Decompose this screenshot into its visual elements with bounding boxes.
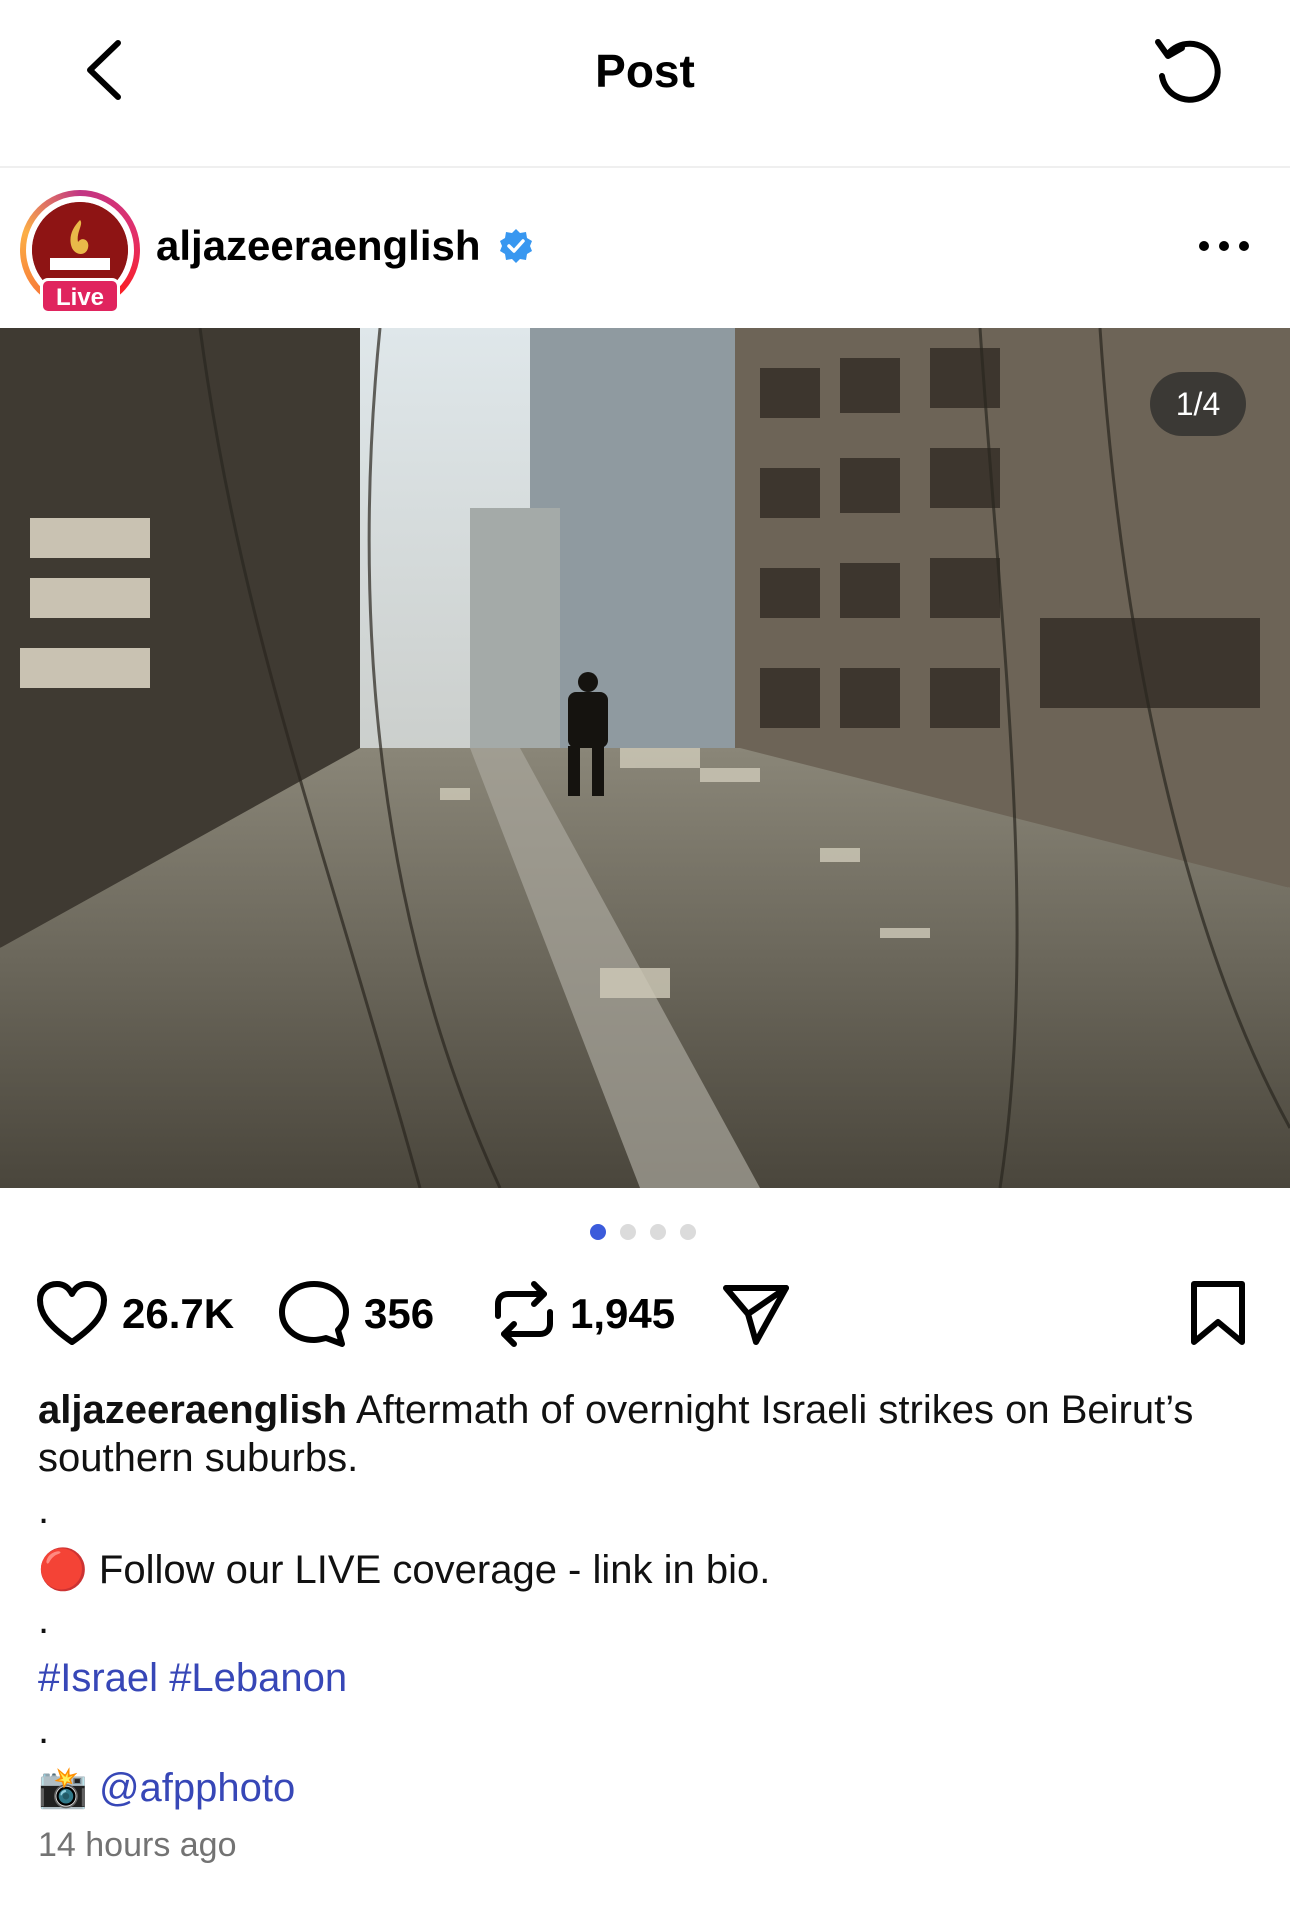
bookmark-icon[interactable] — [1188, 1280, 1248, 1348]
verified-badge-icon — [500, 229, 532, 263]
share-send-icon[interactable] — [720, 1280, 792, 1348]
post-username[interactable]: aljazeeraenglish — [156, 222, 481, 270]
hashtag-link[interactable]: #Israel — [38, 1656, 158, 1700]
refresh-icon[interactable] — [1150, 32, 1226, 108]
red-circle-emoji-icon: 🔴 — [38, 1548, 88, 1592]
photo-credit-mention[interactable]: @afpphoto — [99, 1766, 295, 1810]
live-badge: Live — [40, 278, 120, 314]
top-nav-bar: Post — [0, 0, 1290, 168]
carousel-dot — [620, 1224, 636, 1240]
camera-flash-emoji-icon: 📸 — [38, 1766, 88, 1810]
caption-separator: . — [38, 1598, 50, 1642]
repost-icon[interactable] — [488, 1280, 560, 1348]
like-heart-icon[interactable] — [36, 1280, 108, 1348]
hashtag-link[interactable]: #Lebanon — [169, 1656, 347, 1700]
caption-separator: . — [38, 1708, 50, 1752]
likes-count[interactable]: 26.7K — [122, 1290, 234, 1338]
caption-separator: . — [38, 1488, 50, 1532]
carousel-dot — [650, 1224, 666, 1240]
live-coverage-text: Follow our LIVE coverage - link in bio. — [87, 1548, 771, 1592]
avatar[interactable]: Live — [20, 190, 140, 314]
carousel-dot — [680, 1224, 696, 1240]
carousel-dot — [590, 1224, 606, 1240]
page-title: Post — [595, 45, 695, 97]
photo-credit-line: 📸 @afpphoto — [38, 1764, 295, 1812]
comments-count[interactable]: 356 — [364, 1290, 434, 1338]
post-image[interactable] — [0, 328, 1290, 1188]
carousel-indicator — [590, 1224, 710, 1244]
post-caption: aljazeeraenglish Aftermath of overnight … — [38, 1386, 1258, 1482]
street-rubble-photo — [0, 328, 1290, 1188]
caption-live-line: 🔴 Follow our LIVE coverage - link in bio… — [38, 1546, 770, 1594]
comment-bubble-icon[interactable] — [278, 1280, 350, 1348]
hashtags-line: #Israel #Lebanon — [38, 1654, 347, 1702]
caption-username[interactable]: aljazeeraenglish — [38, 1388, 347, 1432]
more-options-icon[interactable] — [1196, 236, 1252, 256]
reposts-count[interactable]: 1,945 — [570, 1290, 675, 1338]
image-counter: 1/4 — [1150, 372, 1246, 436]
post-timestamp: 14 hours ago — [38, 1826, 237, 1864]
